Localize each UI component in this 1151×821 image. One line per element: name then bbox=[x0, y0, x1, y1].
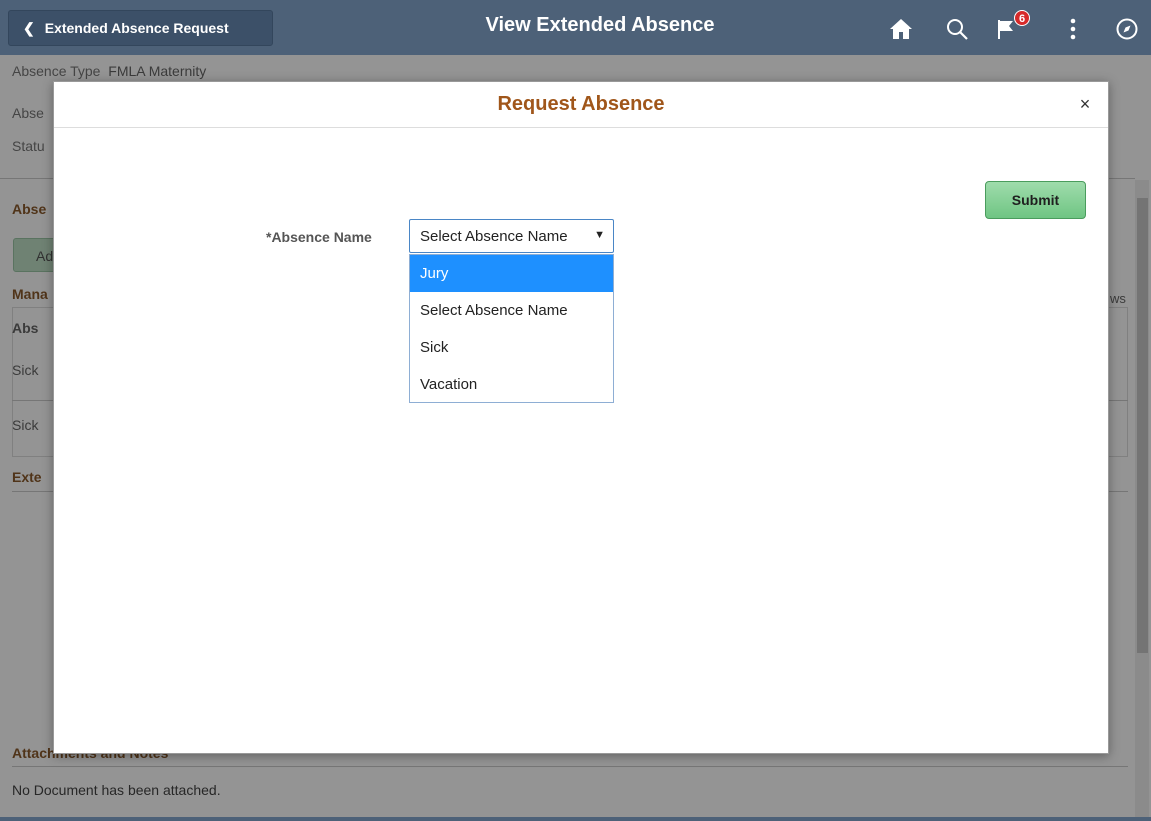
option-sick[interactable]: Sick bbox=[410, 329, 613, 366]
option-vacation[interactable]: Vacation bbox=[410, 366, 613, 403]
absence-name-label: *Absence Name bbox=[266, 229, 372, 245]
modal-title: Request Absence bbox=[497, 93, 665, 115]
chevron-left-icon: ❮ bbox=[23, 19, 35, 36]
bottom-border bbox=[0, 817, 1151, 821]
request-absence-modal: Request Absence × Submit *Absence Name S… bbox=[53, 81, 1109, 754]
search-icon[interactable] bbox=[944, 16, 970, 42]
notification-count-badge: 6 bbox=[1014, 10, 1030, 26]
back-button[interactable]: ❮ Extended Absence Request bbox=[8, 10, 273, 46]
top-banner: ❮ Extended Absence Request View Extended… bbox=[0, 0, 1151, 55]
modal-header: Request Absence × bbox=[54, 82, 1108, 128]
submit-button[interactable]: Submit bbox=[985, 181, 1086, 219]
navbar-icon[interactable] bbox=[1114, 16, 1140, 42]
home-icon[interactable] bbox=[888, 16, 914, 42]
page-title: View Extended Absence bbox=[485, 14, 715, 36]
back-button-label: Extended Absence Request bbox=[44, 20, 229, 36]
close-icon[interactable]: × bbox=[1076, 95, 1094, 113]
more-icon[interactable] bbox=[1060, 16, 1086, 42]
dropdown-arrow-icon: ▼ bbox=[594, 229, 605, 241]
absence-name-select[interactable]: Select Absence Name ▼ bbox=[409, 219, 614, 253]
option-select-absence-name[interactable]: Select Absence Name bbox=[410, 292, 613, 329]
absence-name-dropdown: Jury Select Absence Name Sick Vacation bbox=[409, 254, 614, 403]
option-jury[interactable]: Jury bbox=[410, 255, 613, 292]
absence-name-select-value: Select Absence Name bbox=[420, 228, 568, 245]
